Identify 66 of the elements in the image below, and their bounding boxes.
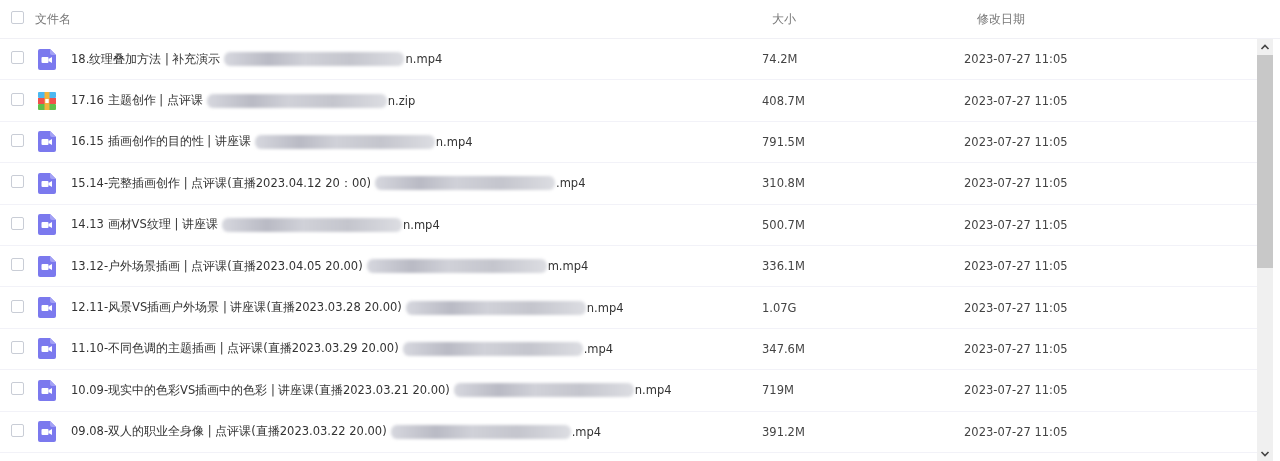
checkbox[interactable] (11, 423, 24, 437)
file-name[interactable]: 16.15 插画创作的目的性 | 讲座课 (71, 134, 251, 150)
video-file-icon (38, 297, 56, 319)
file-size: 719M (762, 383, 794, 398)
video-file-icon (38, 172, 56, 194)
modified-date: 2023-07-27 11:05 (964, 259, 1068, 274)
modified-date: 2023-07-27 11:05 (964, 341, 1068, 356)
file-name[interactable]: 10.09-现实中的色彩VS插画中的色彩 | 讲座课(直播2023.03.21 20.00) (71, 382, 450, 398)
file-extension[interactable]: .mp4 (571, 424, 602, 439)
video-file-icon (38, 255, 56, 277)
checkbox[interactable] (11, 382, 24, 396)
file-extension[interactable]: n.mp4 (435, 134, 473, 149)
video-file-icon (38, 379, 56, 401)
checkbox[interactable] (11, 133, 24, 147)
checkbox[interactable] (11, 299, 24, 313)
modified-date: 2023-07-27 11:05 (964, 93, 1068, 108)
video-file-icon (38, 421, 56, 443)
name-column-header[interactable]: 文件名 (35, 11, 71, 26)
file-size: 500.7M (762, 217, 805, 232)
scrollbar-thumb[interactable] (1257, 55, 1273, 268)
file-size: 74.2M (762, 52, 798, 67)
checkbox[interactable] (11, 92, 24, 106)
modified-date: 2023-07-27 11:05 (964, 176, 1068, 191)
file-name[interactable]: 18.纹理叠加方法 | 补充演示 (71, 51, 221, 67)
modified-date: 2023-07-27 11:05 (964, 383, 1068, 398)
file-name[interactable]: 17.16 主题创作 | 点评课 (71, 93, 203, 109)
file-name[interactable]: 11.10-不同色调的主题插画 | 点评课(直播2023.03.29 20.00) (71, 341, 399, 357)
file-size: 1.07G (762, 300, 797, 315)
file-extension[interactable]: n.mp4 (402, 217, 440, 232)
file-extension[interactable]: n.mp4 (586, 300, 624, 315)
file-extension[interactable]: n.mp4 (405, 52, 443, 67)
file-name[interactable]: 12.11-风景VS插画户外场景 | 讲座课(直播2023.03.28 20.00) (71, 300, 402, 316)
file-extension[interactable]: n.mp4 (634, 383, 672, 398)
modified-date: 2023-07-27 11:05 (964, 52, 1068, 67)
checkbox[interactable] (11, 51, 24, 65)
file-size: 310.8M (762, 176, 805, 191)
file-size: 336.1M (762, 259, 805, 274)
video-file-icon (38, 48, 56, 70)
scrollbar[interactable] (1257, 39, 1273, 461)
file-extension[interactable]: n.zip (387, 93, 416, 108)
checkbox[interactable] (11, 258, 24, 272)
video-file-icon (38, 214, 56, 236)
modified-date: 2023-07-27 11:05 (964, 424, 1068, 439)
file-size: 408.7M (762, 93, 805, 108)
modified-date: 2023-07-27 11:05 (964, 300, 1068, 315)
modified-date: 2023-07-27 11:05 (964, 134, 1068, 149)
file-name[interactable]: 15.14-完整插画创作 | 点评课(直播2023.04.12 20：00) (71, 175, 371, 191)
size-column-header[interactable]: 大小 (772, 11, 796, 26)
checkbox[interactable] (11, 175, 24, 189)
file-size: 791.5M (762, 134, 805, 149)
date-column-header[interactable]: 修改日期 (977, 11, 1025, 26)
file-name[interactable]: 13.12-户外场景插画 | 点评课(直播2023.04.05 20.00) (71, 258, 363, 274)
video-file-icon (38, 131, 56, 153)
checkbox[interactable] (11, 216, 24, 230)
file-extension[interactable]: .mp4 (556, 176, 586, 191)
file-extension[interactable]: m.mp4 (547, 259, 589, 274)
modified-date: 2023-07-27 11:05 (964, 217, 1068, 232)
file-extension[interactable]: .mp4 (583, 341, 614, 356)
checkbox[interactable] (11, 11, 24, 24)
file-size: 347.6M (762, 341, 805, 356)
file-name[interactable]: 14.13 画材VS纹理 | 讲座课 (71, 217, 218, 233)
file-name[interactable]: 09.08-双人的职业全身像 | 点评课(直播2023.03.22 20.00) (71, 424, 387, 440)
file-size: 391.2M (762, 424, 805, 439)
video-file-icon (38, 338, 56, 360)
archive-file-icon (38, 91, 56, 110)
checkbox[interactable] (11, 340, 24, 354)
